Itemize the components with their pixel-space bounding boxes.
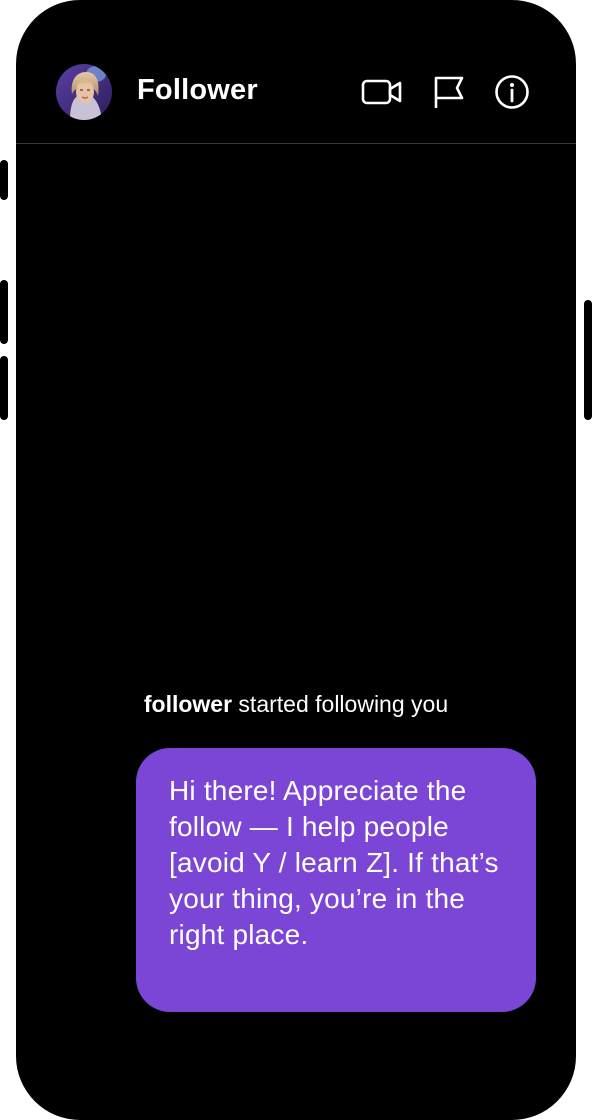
outgoing-message-bubble[interactable]: Hi there! Appreciate the follow — I help…	[136, 748, 536, 1012]
power-button	[584, 300, 592, 420]
chat-screen: Follower follower started following you …	[16, 0, 576, 1120]
avatar[interactable]	[56, 64, 112, 120]
follow-action-text: started following you	[232, 691, 449, 717]
flag-icon[interactable]	[426, 72, 470, 112]
message-text: Hi there! Appreciate the follow — I help…	[169, 775, 499, 950]
chat-header: Follower	[16, 0, 576, 144]
follow-notification: follower started following you	[16, 691, 576, 718]
avatar-image	[56, 64, 112, 120]
chat-title[interactable]: Follower	[137, 74, 258, 107]
info-icon[interactable]	[490, 72, 534, 112]
video-call-icon[interactable]	[360, 72, 404, 112]
phone-frame: Follower follower started following you …	[0, 0, 592, 1120]
action-button	[0, 160, 8, 200]
volume-down-button	[0, 356, 8, 420]
follower-username[interactable]: follower	[144, 691, 232, 717]
volume-up-button	[0, 280, 8, 344]
